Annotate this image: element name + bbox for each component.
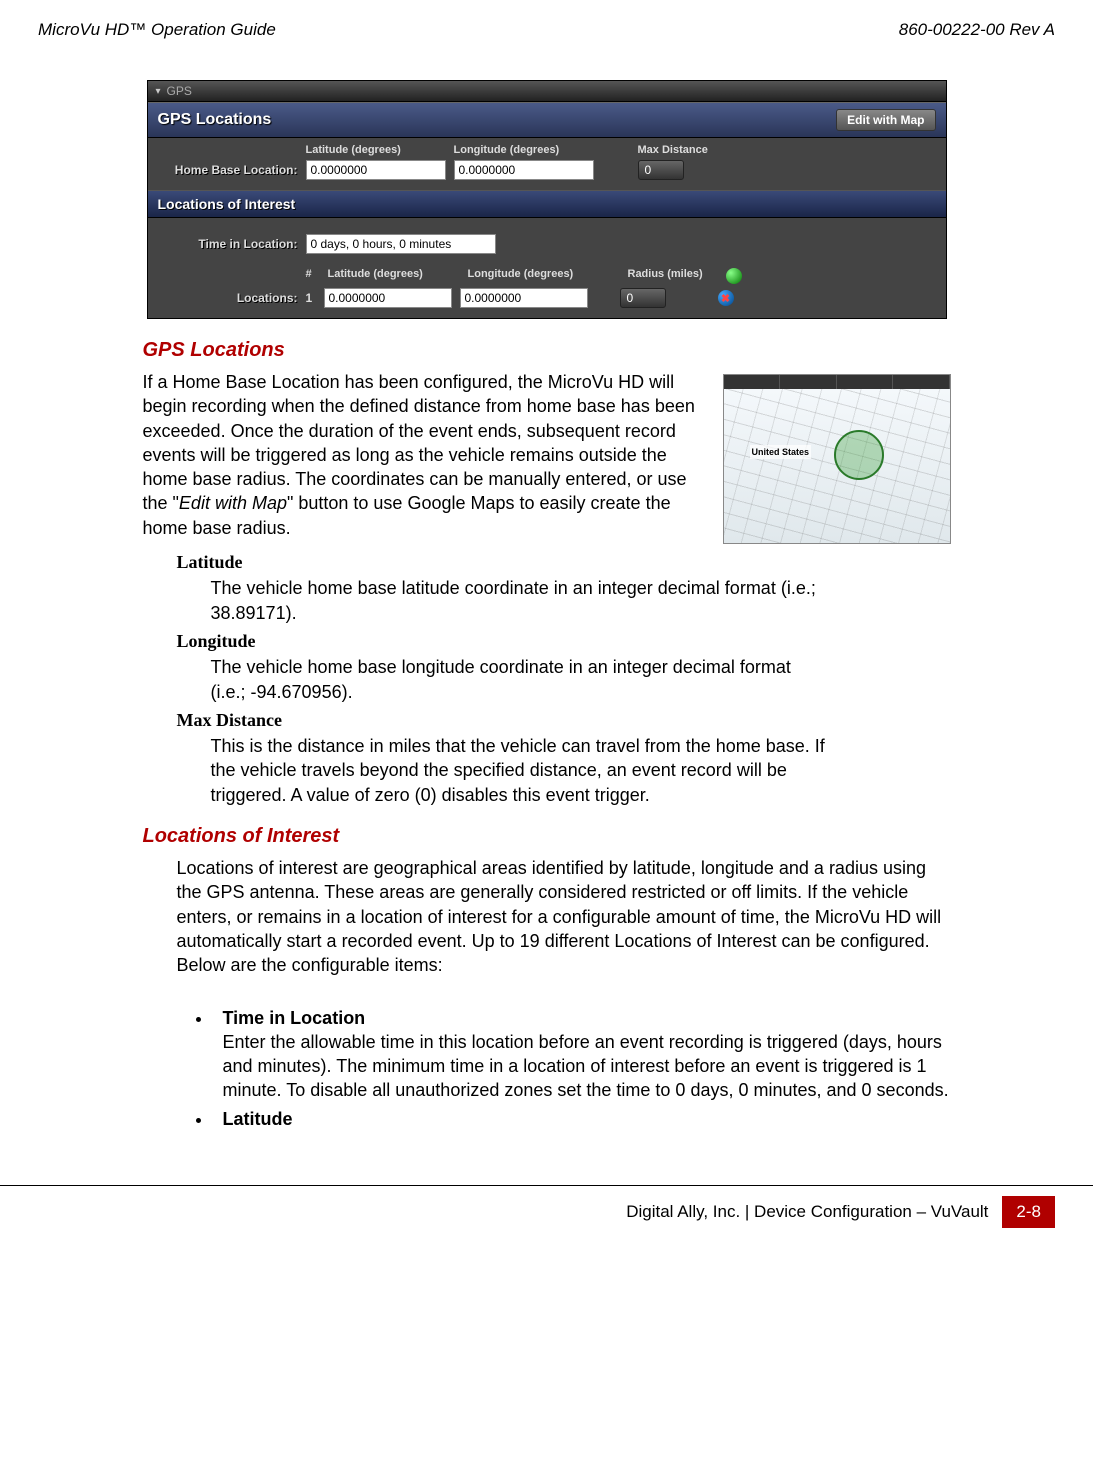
bullet-time-in-location: Time in Location Enter the allowable tim… [213, 1006, 951, 1103]
loi-body: Time in Location: # Latitude (degrees) L… [148, 218, 946, 318]
home-lon-input[interactable] [454, 160, 594, 180]
def-longitude: The vehicle home base longitude coordina… [211, 655, 831, 704]
map-thumbnail: United States [723, 374, 951, 544]
col-longitude-2: Longitude (degrees) [468, 268, 600, 284]
document-body: GPS Locations United States If a Home Ba… [97, 337, 997, 1135]
map-country-label: United States [750, 445, 812, 459]
panel-topbar: ▾ GPS [148, 81, 946, 102]
heading-locations-of-interest: Locations of Interest [143, 823, 951, 850]
heading-gps-locations: GPS Locations [143, 337, 951, 364]
home-base-label: Home Base Location: [158, 163, 298, 177]
add-location-icon[interactable] [726, 268, 742, 284]
term-longitude: Longitude [177, 629, 951, 653]
loc-lat-input[interactable] [324, 288, 452, 308]
edit-with-map-button[interactable]: Edit with Map [836, 109, 935, 131]
loc-radius-input[interactable]: 0 [620, 288, 666, 308]
gps-config-screenshot: ▾ GPS GPS Locations Edit with Map Latitu… [147, 80, 947, 319]
loc-lon-input[interactable] [460, 288, 588, 308]
collapse-icon[interactable]: ▾ [156, 86, 161, 97]
page-footer: Digital Ally, Inc. | Device Configuratio… [0, 1185, 1093, 1248]
header-right: 860-00222-00 Rev A [899, 20, 1055, 40]
loi-subheader: Locations of Interest [148, 190, 946, 218]
section-title-text: GPS Locations [158, 111, 272, 129]
gps-locations-header: GPS Locations Edit with Map [148, 102, 946, 138]
header-left: MicroVu HD™ Operation Guide [38, 20, 276, 40]
term-max-distance: Max Distance [177, 708, 951, 732]
bullet-latitude: Latitude [213, 1107, 951, 1131]
home-lat-input[interactable] [306, 160, 446, 180]
def-max-distance: This is the distance in miles that the v… [211, 734, 831, 807]
home-maxdist-input[interactable]: 0 [638, 160, 684, 180]
col-latitude-2: Latitude (degrees) [328, 268, 460, 284]
row-number: 1 [306, 291, 316, 305]
map-radius-icon [834, 430, 884, 480]
time-in-location-label: Time in Location: [158, 237, 298, 251]
col-num: # [306, 268, 320, 284]
col-longitude: Longitude (degrees) [454, 144, 594, 156]
loi-bullet-list: Time in Location Enter the allowable tim… [213, 1006, 951, 1131]
time-in-location-input[interactable] [306, 234, 496, 254]
page-number: 2-8 [1002, 1196, 1055, 1228]
page-header: MicroVu HD™ Operation Guide 860-00222-00… [0, 20, 1093, 50]
home-base-body: Latitude (degrees) Longitude (degrees) M… [148, 138, 946, 190]
term-latitude: Latitude [177, 550, 951, 574]
delete-location-icon[interactable]: ✖ [718, 290, 734, 306]
footer-text: Digital Ally, Inc. | Device Configuratio… [626, 1202, 988, 1222]
map-toolbar [724, 375, 950, 389]
col-maxdist: Max Distance [638, 144, 728, 156]
definition-list: Latitude The vehicle home base latitude … [177, 550, 951, 807]
locations-label: Locations: [158, 291, 298, 305]
col-latitude: Latitude (degrees) [306, 144, 446, 156]
panel-topbar-label: GPS [167, 84, 192, 98]
col-radius: Radius (miles) [628, 268, 718, 284]
def-latitude: The vehicle home base latitude coordinat… [211, 576, 831, 625]
loi-paragraph: Locations of interest are geographical a… [177, 856, 951, 977]
